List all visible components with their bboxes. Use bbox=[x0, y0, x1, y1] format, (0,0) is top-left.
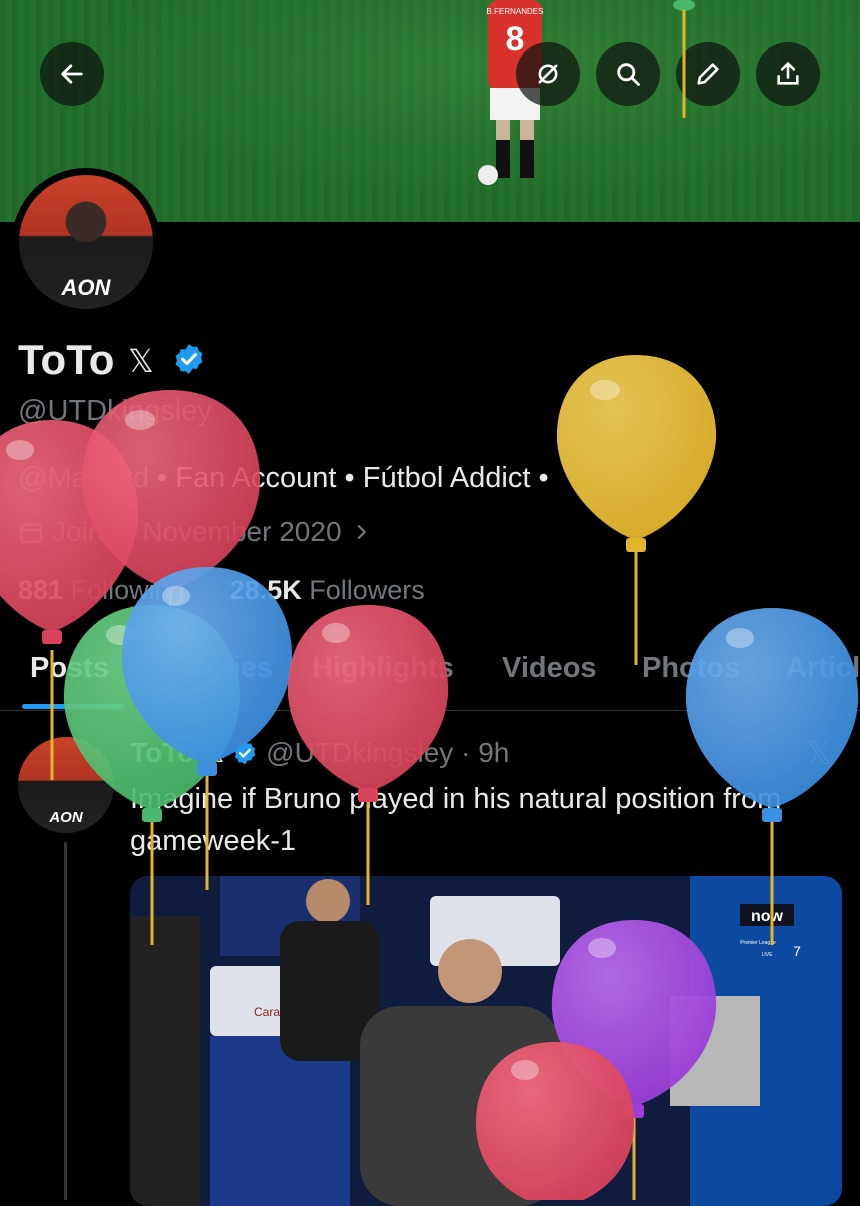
follow-stats: 881 Following 28.5K Followers bbox=[18, 575, 425, 606]
avatar-sponsor-text: AON bbox=[61, 275, 111, 300]
media-bug-sub: Premier League bbox=[740, 940, 776, 946]
joined-text: Joined November 2020 bbox=[52, 516, 342, 547]
tab-posts[interactable]: Posts bbox=[30, 652, 109, 685]
joined-date[interactable]: Joined November 2020 bbox=[18, 516, 372, 548]
post-author-name[interactable]: ToTo bbox=[130, 737, 194, 768]
tab-replies[interactable]: Replies bbox=[170, 652, 273, 685]
profile-handle: @UTDkingsley bbox=[18, 395, 212, 427]
mute-icon bbox=[538, 64, 558, 84]
post-header: ToTo 𝕏 @UTDkingsley · 9h bbox=[130, 736, 509, 769]
media-bug-text: now bbox=[751, 908, 784, 925]
jersey-number: 8 bbox=[506, 20, 525, 58]
chevron-right-icon bbox=[356, 524, 366, 540]
balloon-yellow bbox=[556, 355, 717, 665]
following-link[interactable]: 881 Following bbox=[18, 575, 185, 605]
active-tab-indicator bbox=[22, 704, 124, 709]
profile-avatar[interactable]: AON bbox=[19, 175, 153, 309]
post-x-badge-icon: 𝕏 bbox=[202, 737, 225, 768]
post-time[interactable]: · 9h bbox=[461, 737, 509, 768]
back-arrow-icon bbox=[61, 64, 83, 84]
media-bug-live: LIVE bbox=[762, 952, 774, 958]
verified-badge-icon[interactable] bbox=[172, 342, 206, 376]
jersey-name: B.FERNANDES bbox=[487, 7, 544, 16]
tab-articles[interactable]: Articles bbox=[786, 652, 860, 685]
tab-videos[interactable]: Videos bbox=[502, 652, 597, 685]
post-x-logo-icon: 𝕏 bbox=[806, 735, 832, 771]
edit-button[interactable] bbox=[676, 42, 740, 106]
bio-text: • Fan Account • Fútbol Addict • bbox=[148, 462, 549, 494]
post-handle[interactable]: @UTDkingsley bbox=[266, 737, 453, 768]
tab-photos[interactable]: Photos bbox=[642, 652, 740, 685]
media-bug-num: 7 bbox=[793, 943, 801, 959]
share-icon bbox=[777, 62, 799, 85]
post-text: Imagine if Bruno played in his natural p… bbox=[130, 783, 782, 857]
media-scene: Carabao now Premier League LIVE 7 bbox=[130, 876, 842, 1206]
mute-button[interactable] bbox=[516, 42, 580, 106]
post-avatar-sponsor-text: AON bbox=[49, 809, 83, 826]
post-avatar[interactable]: AON bbox=[18, 737, 114, 833]
post-verified-badge-icon bbox=[235, 741, 256, 765]
back-button[interactable] bbox=[40, 42, 104, 106]
search-button[interactable] bbox=[596, 42, 660, 106]
profile-bio: @ManUtd • Fan Account • Fútbol Addict • bbox=[18, 462, 549, 495]
tab-highlights[interactable]: Highlights bbox=[312, 652, 454, 685]
followers-link[interactable]: 28.5K Followers bbox=[230, 575, 425, 605]
bio-mention-link[interactable]: @ManUtd bbox=[18, 462, 149, 494]
profile-name: ToTo bbox=[18, 336, 115, 383]
search-icon bbox=[617, 63, 640, 86]
share-button[interactable] bbox=[756, 42, 820, 106]
x-badge-icon: 𝕏 bbox=[128, 343, 154, 379]
edit-pencil-icon bbox=[697, 63, 719, 85]
profile-tabs: Posts Replies Highlights Videos Photos A… bbox=[0, 640, 860, 711]
calendar-icon bbox=[20, 522, 42, 543]
thread-line bbox=[64, 842, 67, 1200]
post-media-image[interactable]: Carabao now Premier League LIVE 7 bbox=[130, 876, 842, 1206]
